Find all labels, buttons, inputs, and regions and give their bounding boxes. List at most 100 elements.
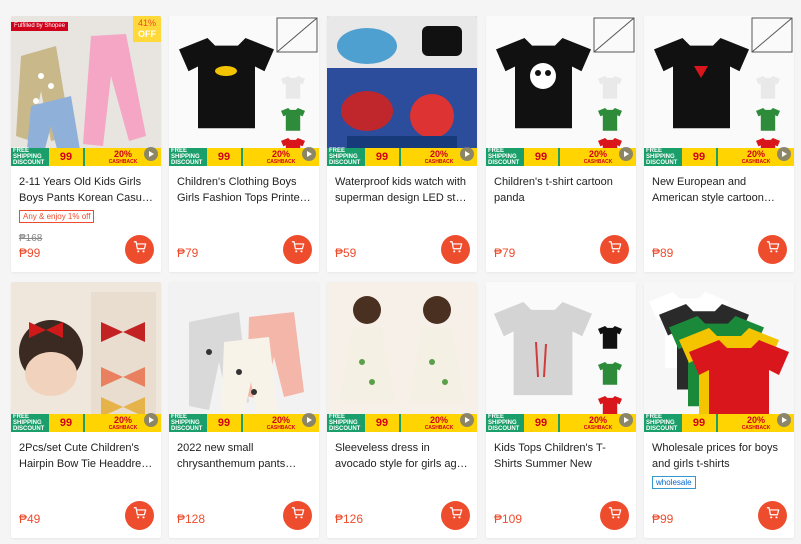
cart-icon [133, 506, 147, 525]
product-title[interactable]: Sleeveless dress in avocado style for gir… [327, 440, 477, 472]
product-card[interactable]: FREE SHIPPING DISCOUNT 99 20% CASHBACK New… [644, 16, 794, 272]
product-grid: Fulfilled by Shopee 41% OFF FREE SHIPPING D… [0, 0, 801, 544]
play-video-icon[interactable] [619, 413, 633, 427]
promo-free-shipping: FREE SHIPPING [13, 148, 42, 160]
product-image[interactable]: FREE SHIPPING DISCOUNT 99 20% CASHBACK [644, 282, 794, 432]
play-video-icon[interactable] [777, 147, 791, 161]
promo-discount: DISCOUNT [488, 160, 520, 166]
product-image[interactable]: FREE SHIPPING DISCOUNT 99 20% CASHBACK [327, 282, 477, 432]
product-card[interactable]: FREE SHIPPING DISCOUNT 99 20% CASHBACK Chi… [169, 16, 319, 272]
promo-banner: FREE SHIPPING DISCOUNT 99 20% CASHBACK [486, 414, 636, 432]
play-video-icon[interactable] [460, 413, 474, 427]
promo-banner: FREE SHIPPING DISCOUNT 99 20% CASHBACK [11, 414, 161, 432]
product-card[interactable]: FREE SHIPPING DISCOUNT 99 20% CASHBACK Wat… [327, 16, 477, 272]
add-to-cart-button[interactable] [441, 235, 470, 264]
product-title[interactable]: Children's t-shirt cartoon panda [486, 174, 636, 206]
product-image[interactable]: FREE SHIPPING DISCOUNT 99 20% CASHBACK [486, 282, 636, 432]
product-image[interactable]: Fulfilled by Shopee 41% OFF FREE SHIPPING D… [11, 16, 161, 166]
product-card[interactable]: Fulfilled by Shopee 41% OFF FREE SHIPPING D… [11, 16, 161, 272]
promo-cashback-pct: 20% [113, 414, 132, 425]
add-to-cart-button[interactable] [441, 501, 470, 530]
product-title-line2: avocado style for girls ag… [335, 458, 468, 470]
promo-discount: DISCOUNT [646, 160, 678, 166]
add-to-cart-button[interactable] [125, 501, 154, 530]
play-video-icon[interactable] [619, 147, 633, 161]
promo-cashback-pct: 20% [271, 414, 290, 425]
product-card[interactable]: FREE SHIPPING DISCOUNT 99 20% CASHBACK 2Pc… [11, 282, 161, 538]
product-image[interactable]: FREE SHIPPING DISCOUNT 99 20% CASHBACK [169, 16, 319, 166]
product-image[interactable]: FREE SHIPPING DISCOUNT 99 20% CASHBACK [644, 16, 794, 166]
promo-cashback-pct: 20% [113, 148, 132, 159]
promo-amount: 99 [49, 414, 83, 432]
product-price: ₱89 [652, 246, 674, 260]
cart-icon [291, 240, 305, 259]
promo-banner: FREE SHIPPING DISCOUNT 99 20% CASHBACK [644, 148, 794, 166]
product-image[interactable]: FREE SHIPPING DISCOUNT 99 20% CASHBACK [327, 16, 477, 166]
promo-free-shipping: FREE SHIPPING [171, 148, 200, 160]
promo-banner: FREE SHIPPING DISCOUNT 99 20% CASHBACK [169, 414, 319, 432]
product-title[interactable]: 2-11 Years Old Kids Girls Boys Pants Kore… [11, 174, 161, 206]
add-to-cart-button[interactable] [758, 501, 787, 530]
promo-cashback: CASHBACK [583, 424, 613, 431]
play-video-icon[interactable] [144, 147, 158, 161]
cart-icon [766, 506, 780, 525]
play-video-icon[interactable] [144, 413, 158, 427]
play-video-icon[interactable] [777, 413, 791, 427]
promo-amount: 99 [682, 414, 716, 432]
promo-free-shipping: FREE SHIPPING [646, 148, 675, 160]
product-card[interactable]: FREE SHIPPING DISCOUNT 99 20% CASHBACK Who… [644, 282, 794, 538]
product-title[interactable]: Waterproof kids watch with superman desig… [327, 174, 477, 206]
promo-cashback: CASHBACK [108, 158, 138, 165]
discount-label: OFF [138, 29, 156, 39]
promo-banner: FREE SHIPPING DISCOUNT 99 20% CASHBACK [169, 148, 319, 166]
product-price: ₱126 [335, 512, 364, 526]
product-image[interactable]: FREE SHIPPING DISCOUNT 99 20% CASHBACK [169, 282, 319, 432]
product-card[interactable]: FREE SHIPPING DISCOUNT 99 20% CASHBACK Sle… [327, 282, 477, 538]
product-card[interactable]: FREE SHIPPING DISCOUNT 99 20% CASHBACK 202… [169, 282, 319, 538]
product-title-line1: 2-11 Years Old Kids Girls [19, 176, 142, 188]
promo-cashback-pct: 20% [746, 148, 765, 159]
add-to-cart-button[interactable] [283, 235, 312, 264]
product-card[interactable]: FREE SHIPPING DISCOUNT 99 20% CASHBACK Kid… [486, 282, 636, 538]
add-to-cart-button[interactable] [125, 235, 154, 264]
product-price: ₱49 [19, 512, 41, 526]
product-image[interactable]: FREE SHIPPING DISCOUNT 99 20% CASHBACK [11, 282, 161, 432]
product-tag: Any & enjoy 1% off [19, 210, 95, 223]
promo-banner: FREE SHIPPING DISCOUNT 99 20% CASHBACK [486, 148, 636, 166]
product-price: ₱59 [335, 246, 357, 260]
product-title-line2: panda [494, 192, 525, 204]
product-image[interactable]: FREE SHIPPING DISCOUNT 99 20% CASHBACK [486, 16, 636, 166]
product-title[interactable]: Kids Tops Children's T- Shirts Summer New [486, 440, 636, 472]
product-card[interactable]: FREE SHIPPING DISCOUNT 99 20% CASHBACK Chi… [486, 16, 636, 272]
promo-discount: DISCOUNT [488, 426, 520, 432]
product-title-line2: Boys Pants Korean Casua… [19, 192, 153, 204]
product-title-line1: 2Pcs/set Cute Children's [19, 442, 140, 454]
product-title[interactable]: 2022 new small chrysanthemum pants… [169, 440, 319, 472]
cart-icon [449, 240, 463, 259]
promo-banner: FREE SHIPPING DISCOUNT 99 20% CASHBACK [327, 148, 477, 166]
add-to-cart-button[interactable] [283, 501, 312, 530]
product-title-line2: American style cartoon… [652, 192, 775, 204]
product-title[interactable]: Wholesale prices for boys and girls t-shi… [644, 440, 794, 472]
product-title[interactable]: 2Pcs/set Cute Children's Hairpin Bow Tie … [11, 440, 161, 472]
product-title-line2: Hairpin Bow Tie Headdres… [19, 458, 153, 470]
promo-free-shipping: FREE SHIPPING [646, 414, 675, 426]
promo-cashback: CASHBACK [266, 158, 296, 165]
product-price: ₱79 [494, 246, 516, 260]
play-video-icon[interactable] [302, 413, 316, 427]
promo-cashback-pct: 20% [588, 148, 607, 159]
product-title[interactable]: New European and American style cartoon… [644, 174, 794, 206]
cart-icon [608, 240, 622, 259]
promo-discount: DISCOUNT [329, 426, 361, 432]
promo-discount: DISCOUNT [171, 160, 203, 166]
play-video-icon[interactable] [460, 147, 474, 161]
promo-amount: 99 [524, 414, 558, 432]
add-to-cart-button[interactable] [600, 501, 629, 530]
promo-cashback-pct: 20% [429, 148, 448, 159]
add-to-cart-button[interactable] [758, 235, 787, 264]
add-to-cart-button[interactable] [600, 235, 629, 264]
promo-cashback: CASHBACK [108, 424, 138, 431]
product-title[interactable]: Children's Clothing Boys Girls Fashion To… [169, 174, 319, 206]
play-video-icon[interactable] [302, 147, 316, 161]
promo-amount: 99 [49, 148, 83, 166]
